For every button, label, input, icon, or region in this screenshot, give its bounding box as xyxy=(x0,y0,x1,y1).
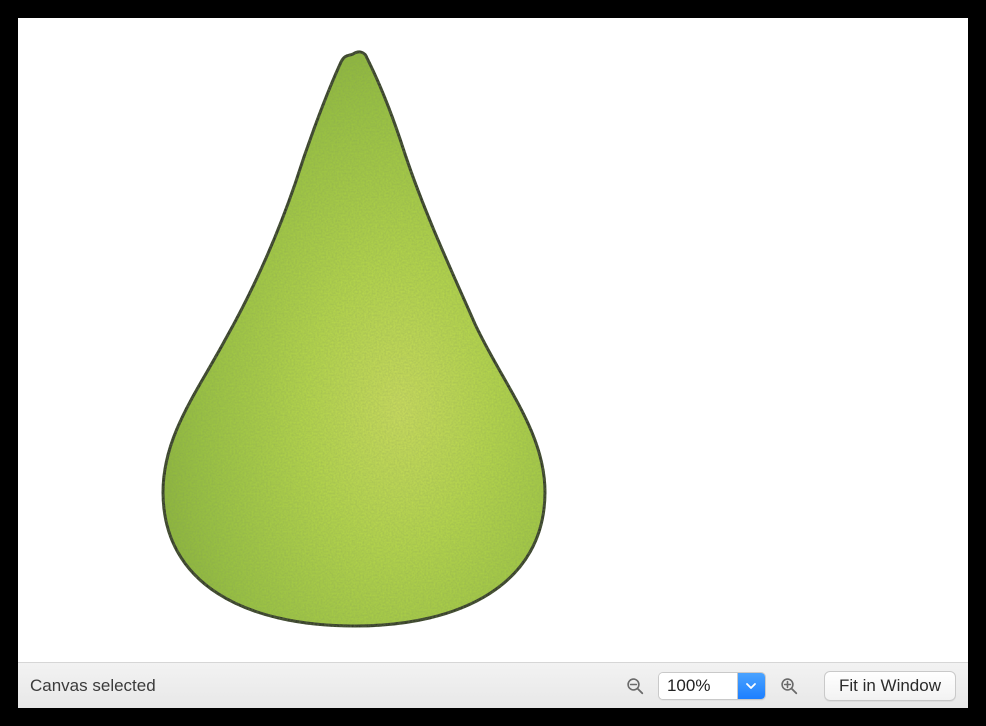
zoom-in-icon[interactable] xyxy=(778,675,800,697)
chevron-down-icon[interactable] xyxy=(737,673,765,699)
canvas[interactable] xyxy=(18,18,968,662)
window-frame: Canvas selected xyxy=(0,0,986,726)
zoom-combobox[interactable] xyxy=(658,672,766,700)
fit-in-window-button[interactable]: Fit in Window xyxy=(824,671,956,701)
status-text: Canvas selected xyxy=(30,676,156,696)
window-content: Canvas selected xyxy=(18,18,968,708)
zoom-controls: Fit in Window xyxy=(624,671,956,701)
pear-illustration xyxy=(123,44,583,634)
zoom-out-icon[interactable] xyxy=(624,675,646,697)
zoom-input[interactable] xyxy=(659,673,737,699)
status-bar: Canvas selected xyxy=(18,662,968,708)
